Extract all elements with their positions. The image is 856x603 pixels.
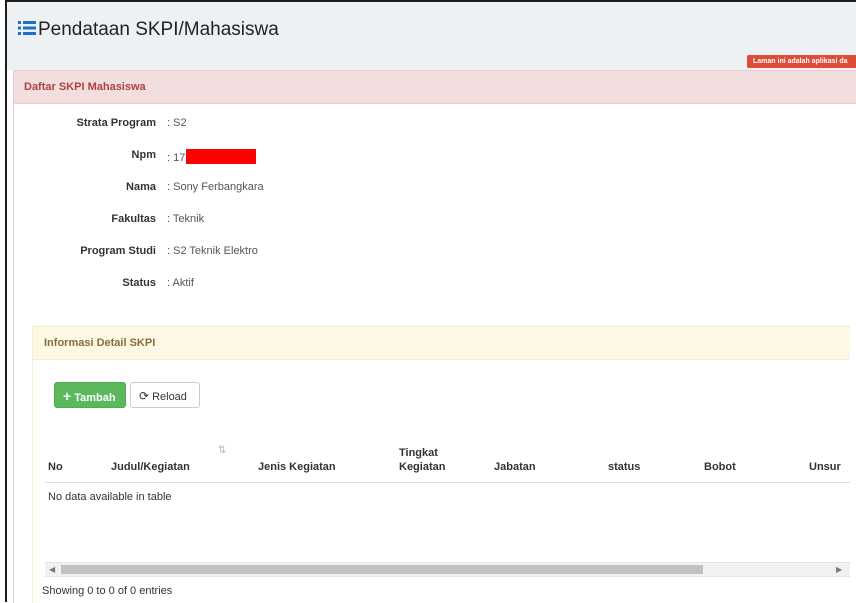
- info-label: Nama: [126, 181, 156, 193]
- info-value: : S2 Teknik Elektro: [167, 245, 258, 257]
- add-button[interactable]: + Tambah: [54, 382, 126, 408]
- scroll-right-icon[interactable]: ▶: [836, 563, 842, 576]
- column-header-unsur[interactable]: Unsur: [809, 460, 841, 474]
- horizontal-scrollbar[interactable]: ◀ ▶: [45, 562, 850, 577]
- column-header-jenis[interactable]: Jenis Kegiatan: [258, 460, 336, 474]
- info-value: : Aktif: [167, 277, 194, 289]
- npm-text: : 17: [167, 152, 186, 164]
- column-header-no[interactable]: No: [48, 460, 63, 474]
- detail-panel-title: Informasi Detail SKPI: [44, 337, 156, 349]
- panel-title: Daftar SKPI Mahasiswa: [24, 81, 146, 93]
- list-icon: [18, 20, 36, 36]
- info-row-npm: Npm : 17: [14, 149, 414, 165]
- empty-table-message: No data available in table: [48, 491, 172, 503]
- column-header-status[interactable]: status: [608, 460, 640, 474]
- reload-button-label: Reload: [152, 391, 187, 403]
- panel-heading: Daftar SKPI Mahasiswa: [14, 71, 856, 104]
- info-label: Fakultas: [111, 213, 156, 225]
- info-row-strata: Strata Program : S2: [14, 117, 414, 133]
- scroll-left-icon[interactable]: ◀: [49, 563, 55, 576]
- refresh-icon: ⟳: [139, 389, 150, 403]
- info-value: : S2: [167, 117, 187, 129]
- page-header: Pendataan SKPI/Mahasiswa Laman ini adala…: [7, 2, 856, 70]
- info-value: : Sony Ferbangkara: [167, 181, 264, 193]
- add-button-label: Tambah: [74, 392, 116, 404]
- info-row-nama: Nama : Sony Ferbangkara: [14, 181, 414, 197]
- info-label: Npm: [131, 149, 156, 161]
- column-header-jabatan[interactable]: Jabatan: [494, 460, 536, 474]
- notice-badge: Laman ini adalah aplikasi da: [747, 55, 856, 68]
- info-row-fakultas: Fakultas : Teknik: [14, 213, 414, 229]
- reload-button[interactable]: ⟳ Reload: [130, 382, 200, 408]
- column-header-judul[interactable]: Judul/Kegiatan: [111, 460, 190, 474]
- column-header-tingkat[interactable]: Tingkat Kegiatan: [399, 446, 459, 474]
- info-row-status: Status : Aktif: [14, 277, 414, 293]
- info-label: Status: [122, 277, 156, 289]
- sort-icon[interactable]: ⇅: [218, 445, 226, 456]
- table-info: Showing 0 to 0 of 0 entries: [42, 585, 173, 597]
- table-header-divider: [45, 482, 850, 483]
- detail-panel: Informasi Detail SKPI + Tambah ⟳ Reload No…: [32, 326, 850, 603]
- page-title: Pendataan SKPI/Mahasiswa: [38, 19, 279, 40]
- redaction-block: [186, 149, 257, 164]
- info-value-npm: : 17: [167, 149, 257, 164]
- info-row-prodi: Program Studi : S2 Teknik Elektro: [14, 245, 414, 261]
- column-header-bobot[interactable]: Bobot: [704, 460, 736, 474]
- plus-icon: +: [63, 388, 72, 404]
- detail-panel-heading: Informasi Detail SKPI: [33, 327, 850, 360]
- info-value: : Teknik: [167, 213, 205, 225]
- window-frame-left: [5, 0, 7, 602]
- info-label: Strata Program: [76, 117, 156, 129]
- scrollbar-thumb[interactable]: [61, 565, 703, 574]
- info-label: Program Studi: [80, 245, 156, 257]
